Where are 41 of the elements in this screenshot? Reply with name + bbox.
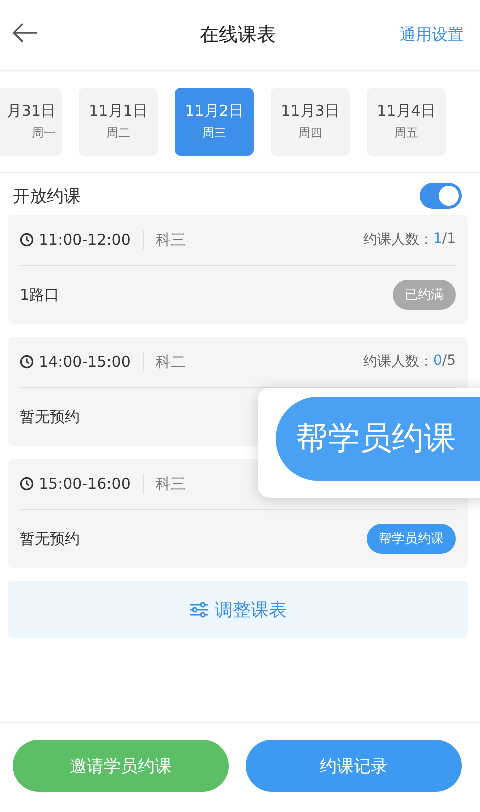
weekday-label: 周四: [298, 125, 322, 142]
slot-subject: 科二: [156, 352, 186, 372]
date-tab[interactable]: 月31日 周一: [0, 88, 62, 156]
booking-count: 约课人数：0/5: [363, 353, 456, 371]
booking-status: 暂无预约: [20, 408, 80, 426]
clock-icon: [20, 355, 34, 369]
weekday-label: 周一: [32, 125, 56, 142]
slot-subject: 科三: [156, 230, 186, 250]
date-tab[interactable]: 11月1日 周二: [79, 88, 158, 156]
weekday-label: 周五: [394, 125, 418, 142]
booking-status: 暂无预约: [20, 530, 80, 548]
booking-count: 约课人数：1/1: [363, 231, 456, 249]
adjust-schedule-button[interactable]: 调整课表: [8, 581, 468, 638]
back-arrow-icon[interactable]: [12, 23, 38, 43]
date-label: 11月3日: [281, 102, 340, 121]
date-tab[interactable]: 11月3日 周四: [271, 88, 350, 156]
booking-records-button[interactable]: 约课记录: [246, 740, 462, 792]
date-label: 11月2日: [185, 102, 244, 121]
slot-time: 15:00-16:00: [39, 475, 131, 493]
page-title: 在线课表: [200, 23, 276, 48]
slot-time: 14:00-15:00: [39, 353, 131, 371]
full-button[interactable]: 已约满: [393, 280, 456, 310]
date-tab[interactable]: 11月2日 周三: [175, 88, 254, 156]
date-tab[interactable]: 11月4日 周五: [367, 88, 446, 156]
open-booking-toggle[interactable]: [420, 183, 462, 209]
sliders-icon: [189, 600, 209, 618]
weekday-label: 周二: [106, 125, 130, 142]
book-student-button[interactable]: 帮学员约课: [367, 524, 456, 554]
slot-subject: 科三: [156, 474, 186, 494]
date-label: 11月1日: [89, 102, 148, 121]
slot-time: 11:00-12:00: [39, 231, 131, 249]
weekday-label: 周三: [202, 125, 226, 142]
open-booking-label: 开放约课: [13, 186, 81, 208]
date-label: 11月4日: [377, 102, 436, 121]
clock-icon: [20, 233, 34, 247]
book-student-button[interactable]: 帮学员约课: [276, 397, 480, 481]
booking-status: 1路口: [20, 286, 60, 304]
invite-students-button[interactable]: 邀请学员约课: [13, 740, 229, 792]
settings-link[interactable]: 通用设置: [392, 24, 464, 46]
date-label: 月31日: [6, 102, 56, 121]
clock-icon: [20, 477, 34, 491]
